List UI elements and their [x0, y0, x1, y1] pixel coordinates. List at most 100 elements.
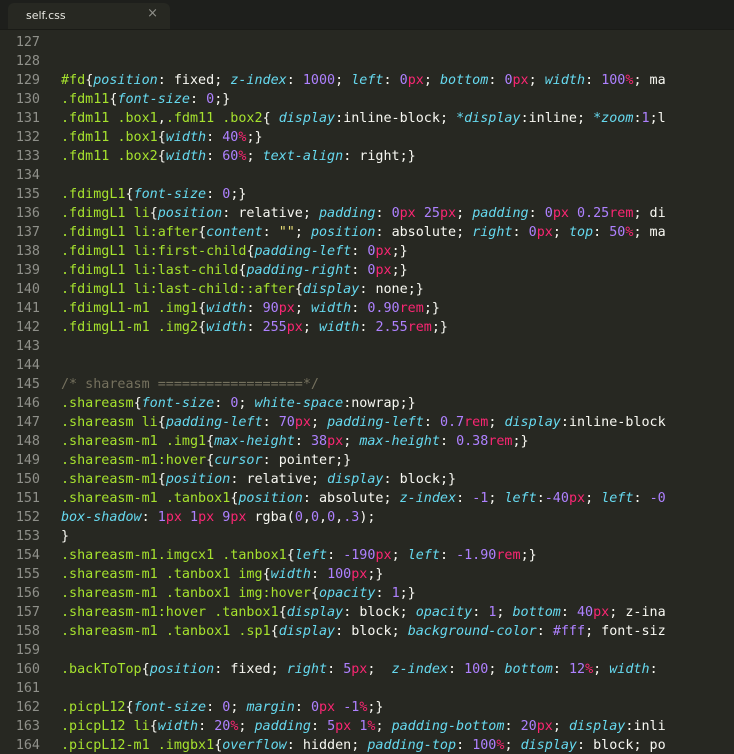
line-number: 144: [15, 358, 40, 373]
line-number: 140: [15, 282, 40, 297]
code-text: .fdm11 .box1{width: 40%;}: [61, 130, 263, 145]
code-line[interactable]: 135 .fdimgL1{font-size: 0;}: [0, 185, 734, 204]
code-editor[interactable]: 127 128 129 #fd{position: fixed; z-index: 1…: [0, 29, 734, 754]
line-number: 132: [15, 130, 40, 145]
code-text: .shareasm-m1{position: relative; display…: [61, 472, 457, 487]
line-number: 147: [15, 415, 40, 430]
line-number: 164: [15, 738, 40, 753]
code-text: .fdimgL1 li:after{content: ""; position:…: [61, 225, 666, 240]
code-line[interactable]: 155 .shareasm-m1 .tanbox1 img{width: 100p…: [0, 565, 734, 584]
code-line[interactable]: 157 .shareasm-m1:hover .tanbox1{display: …: [0, 603, 734, 622]
code-text: .shareasm-m1 .tanbox1{position: absolute…: [61, 491, 666, 506]
code-line[interactable]: 139 .fdimgL1 li:last-child{padding-right:…: [0, 261, 734, 280]
code-line[interactable]: 148 .shareasm-m1 .img1{max-height: 38px; …: [0, 432, 734, 451]
line-number: 133: [15, 149, 40, 164]
code-text: box-shadow: 1px 1px 9px rgba(0,0,0,.3);: [61, 510, 376, 525]
line-number: 148: [15, 434, 40, 449]
close-icon[interactable]: ×: [147, 6, 158, 21]
line-number: 154: [15, 548, 40, 563]
code-line[interactable]: 161: [0, 679, 734, 698]
line-number: 143: [15, 339, 40, 354]
code-line[interactable]: 163 .picpL12 li{width: 20%; padding: 5px …: [0, 717, 734, 736]
line-number: 161: [15, 681, 40, 696]
code-text: .fdm11 .box2{width: 60%; text-align: rig…: [61, 149, 416, 164]
tab-bar: self.css ×: [0, 0, 734, 30]
code-line[interactable]: 136 .fdimgL1 li{position: relative; paddi…: [0, 204, 734, 223]
code-line[interactable]: 145 /* shareasm ==================*/: [0, 375, 734, 394]
code-line[interactable]: 131 .fdm11 .box1,.fdm11 .box2{ display:in…: [0, 109, 734, 128]
code-line[interactable]: 143: [0, 337, 734, 356]
line-number: 127: [15, 35, 40, 50]
line-number: 130: [15, 92, 40, 107]
line-number: 141: [15, 301, 40, 316]
code-line[interactable]: 142 .fdimgL1-m1 .img2{width: 255px; width…: [0, 318, 734, 337]
line-number: 163: [15, 719, 40, 734]
code-line[interactable]: 141 .fdimgL1-m1 .img1{width: 90px; width:…: [0, 299, 734, 318]
code-text: .shareasm-m1 .tanbox1 .sp1{display: bloc…: [61, 624, 666, 639]
code-line[interactable]: 132 .fdm11 .box1{width: 40%;}: [0, 128, 734, 147]
line-number: 159: [15, 643, 40, 658]
line-number: 131: [15, 111, 40, 126]
code-line[interactable]: 146 .shareasm{font-size: 0; white-space:n…: [0, 394, 734, 413]
line-number: 145: [15, 377, 40, 392]
line-number: 151: [15, 491, 40, 506]
code-line[interactable]: 158 .shareasm-m1 .tanbox1 .sp1{display: b…: [0, 622, 734, 641]
line-number: 160: [15, 662, 40, 677]
code-text: .picpL12 li{width: 20%; padding: 5px 1%;…: [61, 719, 666, 734]
line-number: 149: [15, 453, 40, 468]
code-line[interactable]: 160 .backToTop{position: fixed; right: 5p…: [0, 660, 734, 679]
code-line[interactable]: 152 box-shadow: 1px 1px 9px rgba(0,0,0,.3…: [0, 508, 734, 527]
line-number: 153: [15, 529, 40, 544]
code-text: .picpL12-m1 .imgbx1{overflow: hidden; pa…: [61, 738, 666, 753]
code-text: .shareasm-m1 .tanbox1 img{width: 100px;}: [61, 567, 384, 582]
code-line[interactable]: 162 .picpL12{font-size: 0; margin: 0px -1…: [0, 698, 734, 717]
code-text: .fdimgL1-m1 .img2{width: 255px; width: 2…: [61, 320, 448, 335]
code-text: .shareasm-m1 .img1{max-height: 38px; max…: [61, 434, 529, 449]
code-line[interactable]: 138 .fdimgL1 li:first-child{padding-left:…: [0, 242, 734, 261]
code-text: .fdimgL1{font-size: 0;}: [61, 187, 247, 202]
code-line[interactable]: 164 .picpL12-m1 .imgbx1{overflow: hidden;…: [0, 736, 734, 754]
code-line[interactable]: 151 .shareasm-m1 .tanbox1{position: absol…: [0, 489, 734, 508]
code-line[interactable]: 159: [0, 641, 734, 660]
code-line[interactable]: 156 .shareasm-m1 .tanbox1 img:hover{opaci…: [0, 584, 734, 603]
code-line[interactable]: 127: [0, 33, 734, 52]
code-line[interactable]: 147 .shareasm li{padding-left: 70px; padd…: [0, 413, 734, 432]
code-text: .picpL12{font-size: 0; margin: 0px -1%;}: [61, 700, 384, 715]
code-line[interactable]: 153}: [0, 527, 734, 546]
code-text: .fdimgL1 li:last-child::after{display: n…: [61, 282, 424, 297]
code-line[interactable]: 133 .fdm11 .box2{width: 60%; text-align: …: [0, 147, 734, 166]
code-line[interactable]: 130 .fdm11{font-size: 0;}: [0, 90, 734, 109]
code-text: .shareasm li{padding-left: 70px; padding…: [61, 415, 666, 430]
line-number: 137: [15, 225, 40, 240]
code-line[interactable]: 150 .shareasm-m1{position: relative; disp…: [0, 470, 734, 489]
code-text: .fdimgL1-m1 .img1{width: 90px; width: 0.…: [61, 301, 440, 316]
code-text: #fd{position: fixed; z-index: 1000; left…: [61, 73, 666, 88]
line-number: 150: [15, 472, 40, 487]
code-text: .shareasm-m1.imgcx1 .tanbox1{left: -190p…: [61, 548, 537, 563]
line-number: 139: [15, 263, 40, 278]
code-line[interactable]: 128: [0, 52, 734, 71]
tab-self-css[interactable]: self.css ×: [8, 3, 170, 29]
code-line[interactable]: 149 .shareasm-m1:hover{cursor: pointer;}: [0, 451, 734, 470]
code-text: .shareasm-m1 .tanbox1 img:hover{opacity:…: [61, 586, 416, 601]
code-text: /* shareasm ==================*/: [61, 377, 319, 392]
code-line[interactable]: 134: [0, 166, 734, 185]
code-line[interactable]: 154 .shareasm-m1.imgcx1 .tanbox1{left: -1…: [0, 546, 734, 565]
code-line[interactable]: 137 .fdimgL1 li:after{content: ""; positi…: [0, 223, 734, 242]
tab-title: self.css: [26, 9, 66, 22]
code-text: .fdm11 .box1,.fdm11 .box2{ display:inlin…: [61, 111, 666, 126]
code-text: .fdm11{font-size: 0;}: [61, 92, 231, 107]
code-text: .fdimgL1 li{position: relative; padding:…: [61, 206, 666, 221]
code-line[interactable]: 140 .fdimgL1 li:last-child::after{display…: [0, 280, 734, 299]
code-text: }: [61, 529, 70, 544]
line-number: 152: [15, 510, 40, 525]
line-number: 128: [15, 54, 40, 69]
line-number: 138: [15, 244, 40, 259]
line-number: 155: [15, 567, 40, 582]
line-number: 146: [15, 396, 40, 411]
line-number: 134: [15, 168, 40, 183]
code-line[interactable]: 144: [0, 356, 734, 375]
code-line[interactable]: 129 #fd{position: fixed; z-index: 1000; l…: [0, 71, 734, 90]
line-number: 136: [15, 206, 40, 221]
code-text: .shareasm-m1:hover{cursor: pointer;}: [61, 453, 352, 468]
